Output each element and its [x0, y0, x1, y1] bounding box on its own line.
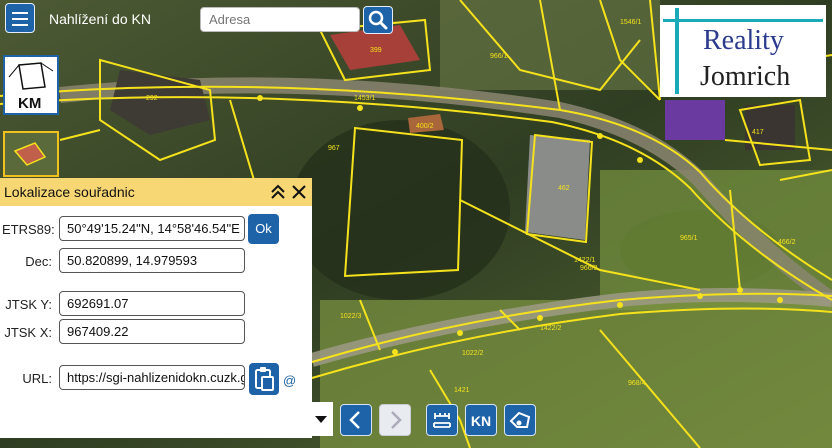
parcel-label: 966/1 [490, 53, 508, 60]
clipboard-icon [255, 367, 274, 391]
parcel-label: 966/3 [580, 265, 598, 272]
select-parcel-button[interactable] [504, 404, 536, 436]
dropdown-toggle[interactable] [309, 402, 333, 436]
parcel-label: 1022/2 [462, 350, 484, 357]
parcel-label: 1421 [454, 387, 470, 394]
chevron-left-icon [349, 411, 360, 429]
parcel-label: 417 [752, 129, 764, 136]
parcel-label: 1022/3 [340, 313, 362, 320]
logo-line-1: Reality [703, 25, 784, 56]
forward-button[interactable] [379, 404, 411, 436]
search-button[interactable] [363, 6, 393, 34]
url-label: URL: [22, 371, 52, 386]
parcel-label: 462 [558, 185, 570, 192]
coordinate-panel: Lokalizace souřadnic ETRS89: 50°49'15.24… [0, 178, 312, 438]
url-input[interactable]: https://sgi-nahlizenidokn.cuzk.gov.cz [59, 365, 245, 390]
panel-header: Lokalizace souřadnic [0, 178, 312, 206]
email-link[interactable]: @ [283, 373, 296, 388]
layer-orthophoto[interactable] [3, 131, 59, 177]
ok-button[interactable]: Ok [248, 214, 279, 244]
dec-input[interactable]: 50.820899, 14.979593 [59, 248, 245, 273]
jtsk-y-input[interactable]: 692691.07 [59, 291, 245, 316]
close-icon[interactable] [289, 181, 309, 203]
parcel-pointer-icon [509, 411, 531, 428]
cadastral-map-icon [8, 62, 54, 90]
measure-button[interactable] [426, 404, 458, 436]
parcel-label: 1546/1 [620, 19, 642, 26]
parcel-label: 399 [370, 47, 382, 54]
ruler-icon [433, 413, 451, 428]
jtsk-y-label: JTSK Y: [5, 297, 52, 312]
app-title: Nahlížení do KN [49, 11, 151, 27]
collapse-icon[interactable] [268, 181, 288, 203]
search-icon [368, 10, 388, 30]
kn-label: KN [470, 413, 492, 429]
parcel-label: 1453/1 [354, 95, 376, 102]
parcel-label: 965/1 [680, 235, 698, 242]
jtsk-x-label: JTSK X: [4, 325, 52, 340]
hamburger-icon [12, 12, 28, 14]
dec-label: Dec: [25, 254, 52, 269]
parcel-label: 968/4 [628, 380, 646, 387]
chevron-right-icon [391, 411, 402, 429]
jtsk-x-input[interactable]: 967409.22 [59, 319, 245, 344]
etrs-input[interactable]: 50°49'15.24"N, 14°58'46.54"E [59, 216, 245, 241]
back-button[interactable] [340, 404, 372, 436]
logo-line-2: Jomrich [700, 61, 791, 92]
menu-button[interactable] [5, 3, 35, 33]
etrs-label: ETRS89: [2, 222, 55, 237]
layer-cadastral-map[interactable]: KM [3, 55, 59, 115]
parcel-label: 292 [146, 95, 158, 102]
parcel-label: 466/2 [778, 239, 796, 246]
layer-km-label: KM [18, 95, 42, 112]
top-bar: Nahlížení do KN [0, 0, 420, 38]
parcel-label: 1422/1 [574, 257, 596, 264]
copy-url-button[interactable] [249, 363, 279, 395]
parcel-label: 967 [328, 145, 340, 152]
orthophoto-thumbnail-icon [5, 133, 57, 175]
caret-down-icon [315, 416, 327, 423]
parcel-label: 1422/2 [540, 325, 562, 332]
address-search-input[interactable] [200, 7, 360, 32]
kn-button[interactable]: KN [465, 404, 497, 436]
parcel-label: 400/2 [416, 123, 434, 130]
reality-jomrich-logo: Reality Jomrich [660, 5, 826, 97]
panel-title: Lokalizace souřadnic [4, 184, 135, 200]
